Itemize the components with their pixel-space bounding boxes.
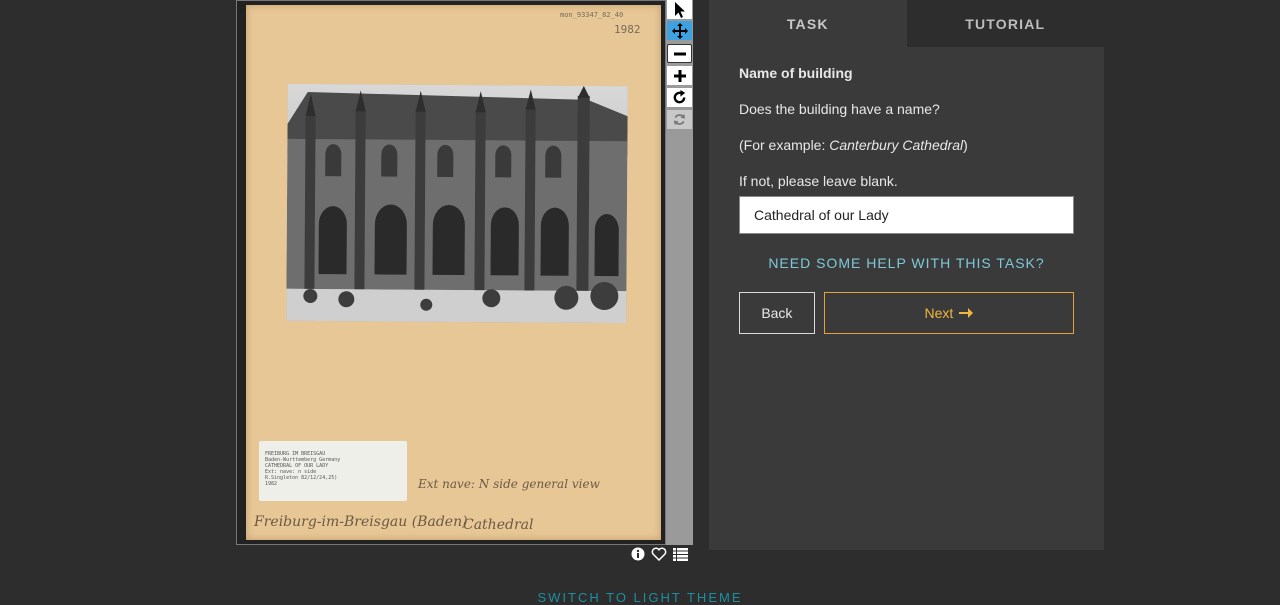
arrow-pointer-icon (674, 1, 685, 18)
example-value: Canterbury Cathedral (829, 137, 964, 153)
cathedral-photo-illustration (286, 83, 628, 324)
handwritten-place: Freiburg-im-Breisgau (Baden) (254, 514, 468, 530)
example-suffix: ) (963, 137, 968, 153)
zoom-out-button[interactable] (667, 44, 692, 63)
subject-viewer[interactable]: mon_93347_82_40 1982 FREIBURG IM BREISGA… (236, 0, 666, 545)
pointer-tool-button[interactable] (667, 0, 692, 19)
zoom-in-button[interactable] (667, 66, 692, 85)
refresh-icon (673, 113, 686, 126)
catalogue-label-card: FREIBURG IM BREISGAU Baden-Wurttemberg G… (259, 441, 407, 501)
handwritten-note: Ext nave: N side general view (418, 477, 600, 491)
next-button[interactable]: Next (823, 292, 1074, 334)
task-example: (For example: Canterbury Cathedral) (739, 137, 1074, 153)
task-instruction: If not, please leave blank. (739, 173, 898, 189)
building-name-input[interactable]: Cathedral of our Lady (739, 196, 1074, 234)
panel-tabs: TASK TUTORIAL (709, 0, 1104, 47)
reset-button[interactable] (667, 110, 692, 129)
task-question: Does the building have a name? (739, 101, 940, 117)
plus-icon (673, 69, 686, 82)
tab-task[interactable]: TASK (709, 0, 907, 47)
back-button[interactable]: Back (739, 292, 815, 334)
heart-icon[interactable] (651, 547, 667, 561)
move-arrows-icon (671, 22, 688, 39)
corner-year: 1982 (614, 23, 641, 36)
task-buttons: Back Next (739, 292, 1074, 334)
next-label: Next (924, 305, 954, 321)
info-icon[interactable] (631, 547, 645, 561)
tab-tutorial[interactable]: TUTORIAL (906, 0, 1104, 47)
example-prefix: (For example: (739, 137, 830, 153)
minus-icon (673, 52, 686, 55)
task-panel: TASK TUTORIAL Name of building Does the … (709, 0, 1104, 550)
move-tool-button[interactable] (667, 21, 692, 40)
list-icon[interactable] (673, 547, 688, 561)
image-toolbar (666, 0, 693, 545)
rotate-button[interactable] (667, 88, 692, 107)
handwritten-type: Cathedral (463, 517, 534, 533)
task-content: Name of building Does the building have … (709, 47, 1104, 334)
corner-code: mon_93347_82_40 (560, 11, 624, 19)
help-link[interactable]: NEED SOME HELP WITH THIS TASK? (739, 255, 1074, 271)
label-line: FREIBURG IM BREISGAU (265, 451, 326, 457)
arrow-right-icon (959, 308, 974, 318)
label-line: 1982 (265, 481, 278, 487)
subject-meta-icons (631, 546, 688, 562)
cathedral-photograph (286, 83, 628, 324)
task-title: Name of building (739, 65, 853, 81)
rotate-icon (673, 90, 686, 104)
archive-mount-card: mon_93347_82_40 1982 FREIBURG IM BREISGA… (246, 5, 661, 540)
